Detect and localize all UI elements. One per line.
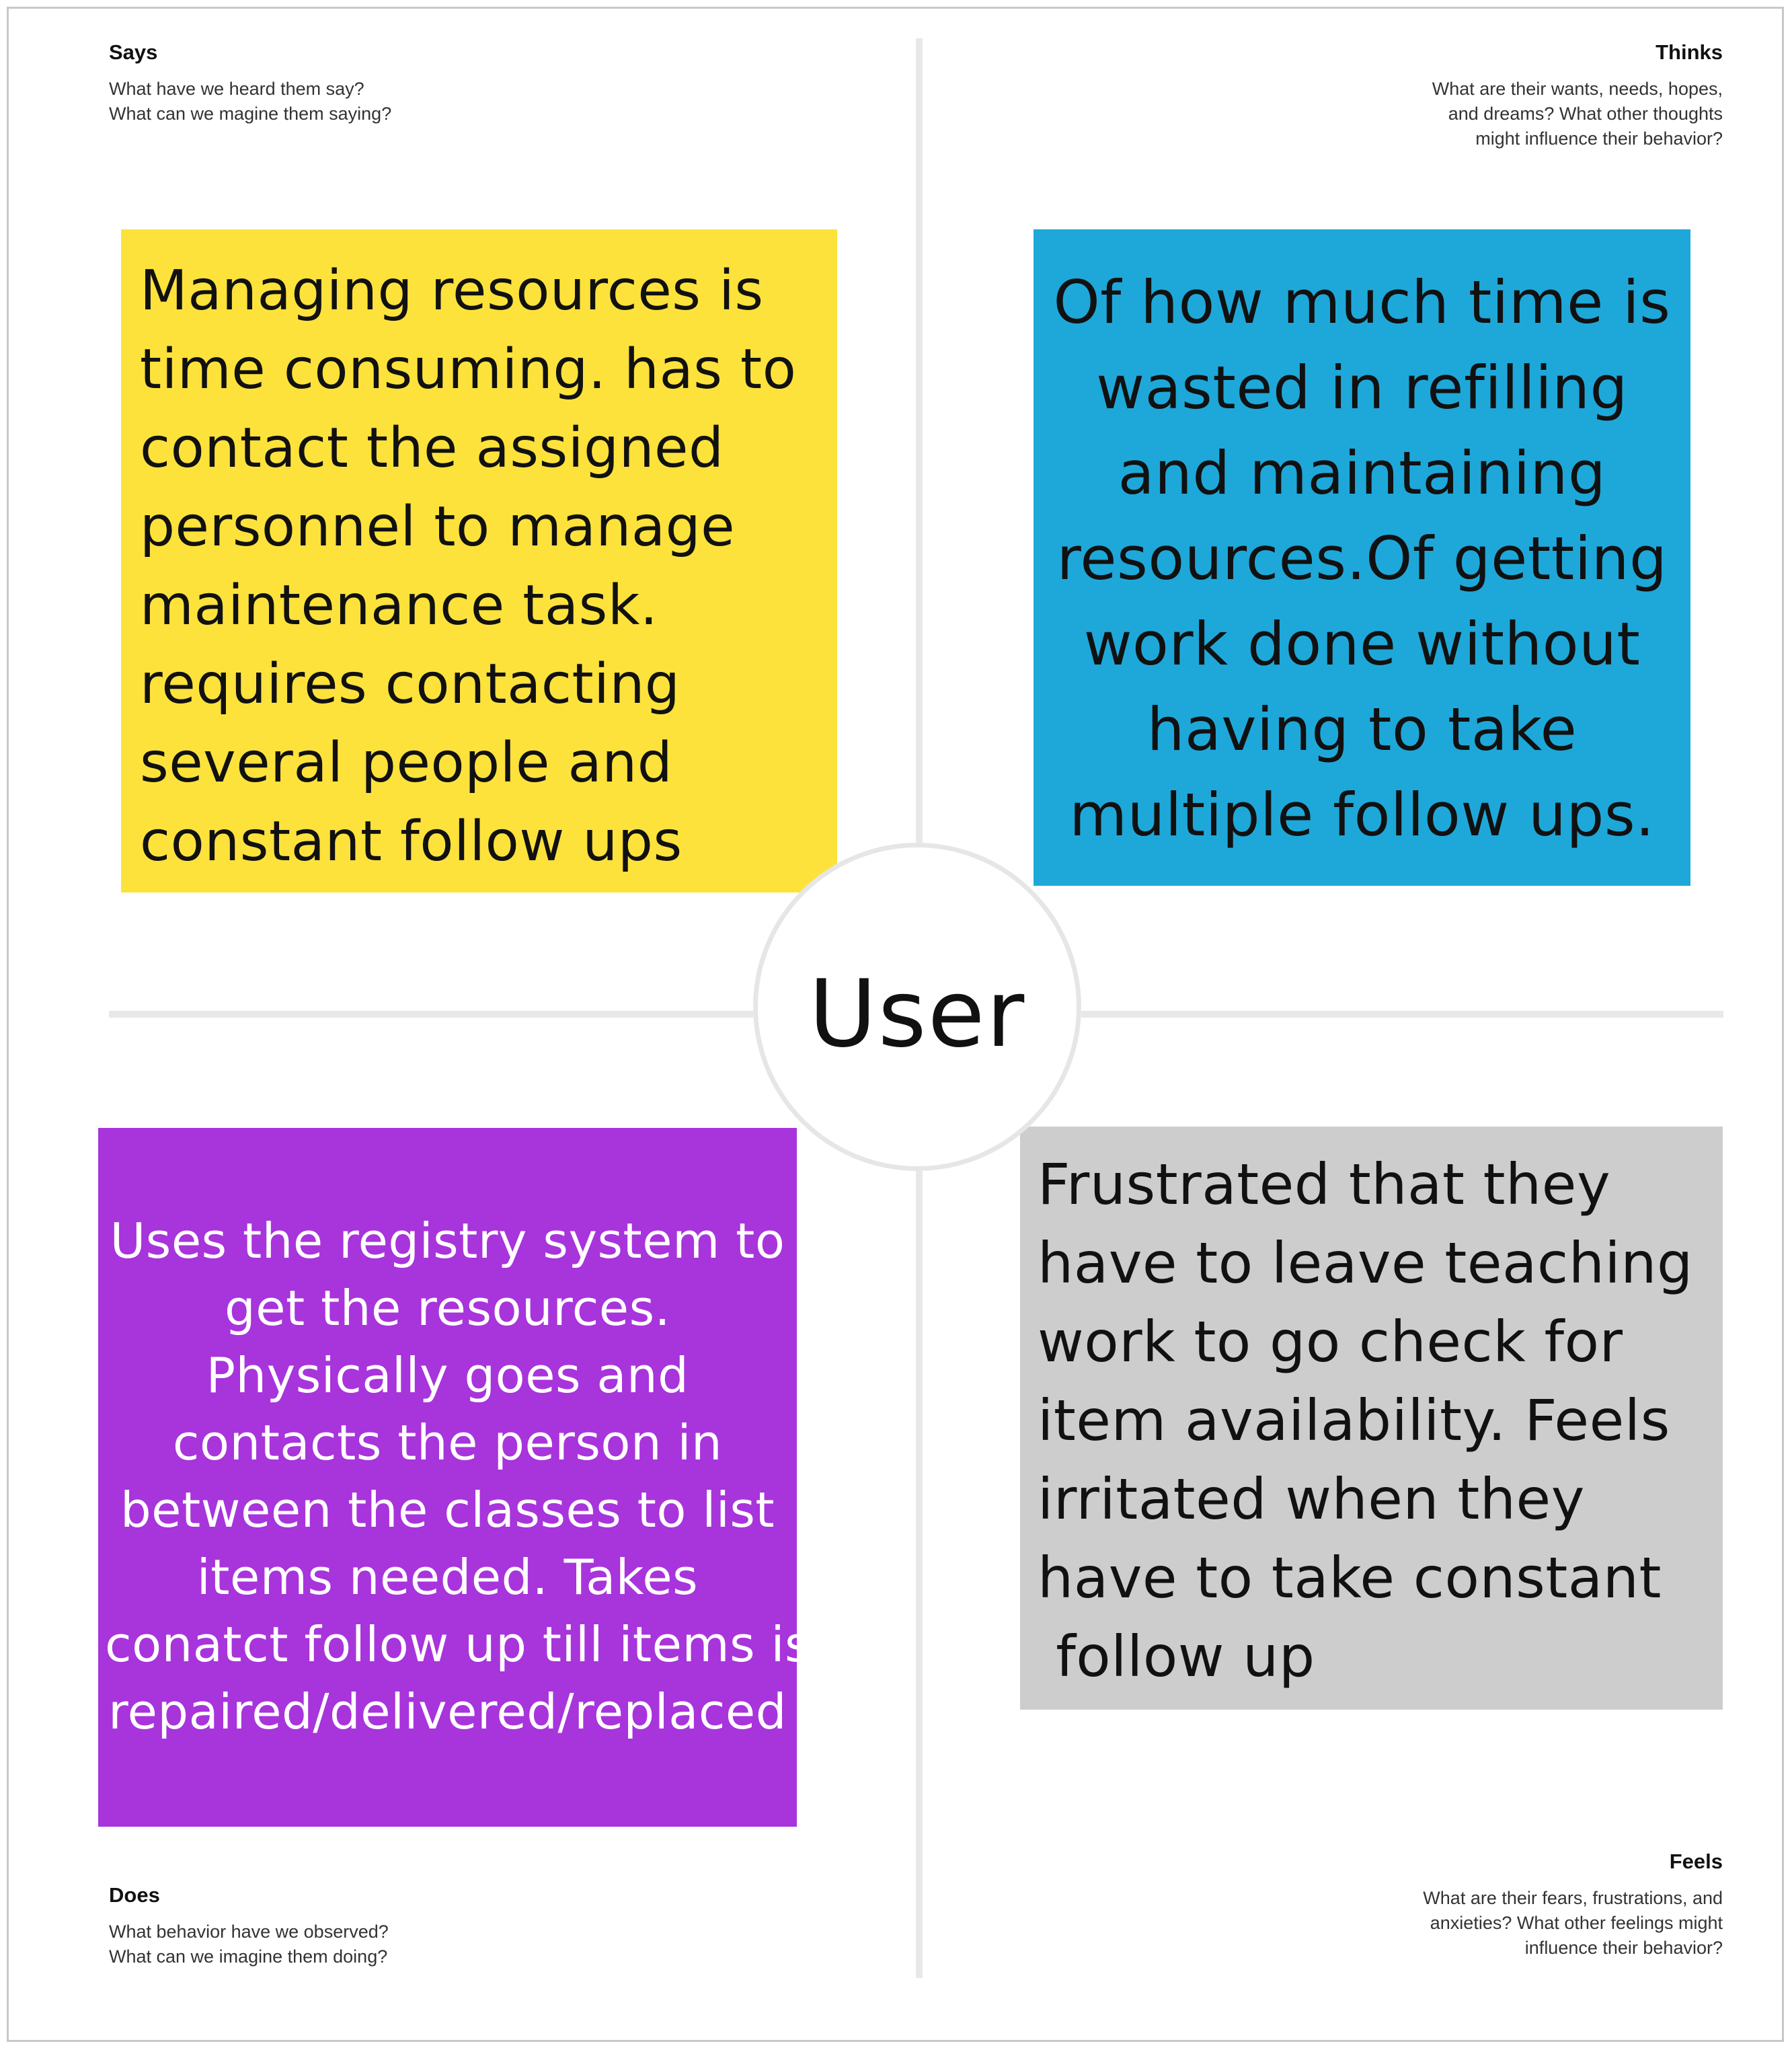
thinks-title: Thinks — [1655, 40, 1723, 64]
feels-quadrant-label: Feels What are their fears, frustrations… — [1423, 1850, 1723, 1961]
note-line: several people and — [140, 731, 673, 795]
horizontal-axis-right — [1081, 1011, 1723, 1018]
thinks-hint-line: might influence their behavior? — [1475, 128, 1723, 149]
note-line: contact the assigned — [140, 416, 724, 480]
note-line: and maintaining — [1118, 439, 1606, 508]
note-line: repaired/delivered/replaced — [108, 1683, 787, 1740]
feels-hint-line: What are their fears, frustrations, and — [1423, 1888, 1723, 1908]
says-hint: What have we heard them say? What can we… — [109, 77, 391, 126]
note-line: get the resources. — [225, 1280, 670, 1336]
note-line: have to take constant — [1038, 1545, 1662, 1611]
thinks-quadrant-label: Thinks What are their wants, needs, hope… — [1432, 40, 1723, 151]
note-line: Of how much time is — [1053, 268, 1671, 337]
note-line: Physically goes and — [206, 1347, 689, 1404]
note-line: between the classes to list — [120, 1482, 775, 1538]
note-line: have to leave teaching — [1038, 1230, 1693, 1296]
says-hint-line: What have we heard them say? — [109, 79, 364, 99]
note-line: multiple follow ups. — [1069, 780, 1655, 849]
feels-title: Feels — [1669, 1850, 1723, 1873]
thinks-hint-line: What are their wants, needs, hopes, — [1432, 79, 1723, 99]
thinks-sticky-note[interactable]: Of how much time is wasted in refilling … — [1034, 229, 1690, 886]
note-line: conatct follow up till items is — [105, 1616, 810, 1673]
does-quadrant-label: Does What behavior have we observed? Wha… — [109, 1883, 389, 1969]
vertical-axis-bottom — [916, 1171, 923, 1978]
note-line: contacts the person in — [172, 1414, 723, 1471]
note-line: requires contacting — [140, 652, 680, 716]
does-hint: What behavior have we observed? What can… — [109, 1920, 389, 1969]
feels-hint: What are their fears, frustrations, and … — [1423, 1886, 1723, 1961]
note-line: resources.Of getting — [1056, 524, 1668, 593]
does-hint-line: What behavior have we observed? — [109, 1922, 389, 1942]
vertical-axis-top — [916, 38, 923, 843]
note-line: follow up — [1038, 1624, 1315, 1690]
thinks-hint-line: and dreams? What other thoughts — [1448, 104, 1723, 124]
note-line: item availability. Feels — [1038, 1388, 1670, 1453]
does-sticky-note[interactable]: Uses the registry system to get the reso… — [98, 1128, 810, 1827]
note-line: Managing resources is — [140, 259, 764, 323]
says-quadrant-label: Says What have we heard them say? What c… — [109, 40, 391, 126]
says-hint-line: What can we magine them saying? — [109, 104, 392, 124]
note-line: personnel to manage — [140, 495, 736, 559]
does-title: Does — [109, 1883, 160, 1907]
note-line: wasted in refilling — [1096, 353, 1628, 422]
says-title: Says — [109, 40, 158, 64]
note-line: having to take — [1146, 695, 1577, 764]
thinks-hint: What are their wants, needs, hopes, and … — [1432, 77, 1723, 151]
note-line: items needed. Takes — [196, 1549, 699, 1605]
note-line: Frustrated that they — [1038, 1151, 1611, 1217]
feels-hint-line: influence their behavior? — [1524, 1938, 1723, 1958]
note-line: irritated when they — [1038, 1466, 1585, 1532]
user-center-circle[interactable]: User — [753, 843, 1081, 1171]
feels-sticky-note[interactable]: Frustrated that they have to leave teach… — [1020, 1127, 1723, 1710]
horizontal-axis-left — [109, 1011, 753, 1018]
does-hint-line: What can we imagine them doing? — [109, 1946, 388, 1967]
feels-hint-line: anxieties? What other feelings might — [1430, 1913, 1723, 1933]
note-line: Uses the registry system to — [110, 1213, 785, 1269]
note-line: work to go check for — [1038, 1309, 1623, 1375]
says-sticky-note[interactable]: Managing resources is time consuming. ha… — [121, 229, 837, 893]
user-label: User — [808, 959, 1026, 1068]
note-line: constant follow ups — [140, 810, 683, 874]
note-line: time consuming. has to — [140, 338, 797, 402]
note-line: maintenance task. — [140, 574, 658, 638]
note-line: work done without — [1083, 609, 1641, 679]
